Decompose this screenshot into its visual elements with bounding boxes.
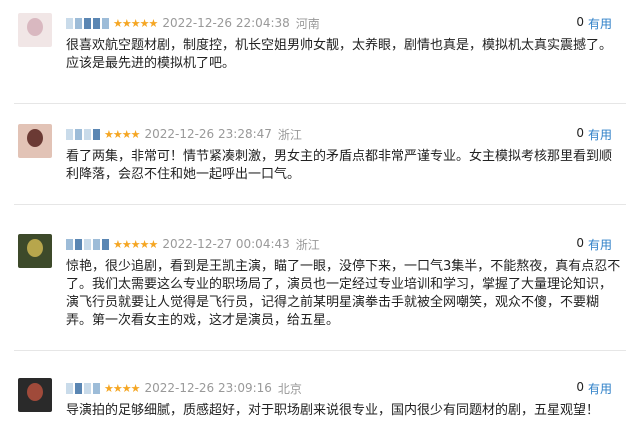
review-location: 北京 [277,381,302,396]
review-content: 很喜欢航空题材剧，制度控，机长空姐男帅女靓，太养眼，剧情也真是，模拟机太真实震撼… [66,38,613,71]
review-time: 2022-12-26 23:28:47 [144,127,272,141]
review-time: 2022-12-27 00:04:43 [162,237,290,251]
review-location: 河南 [295,16,320,31]
useful-count: 0 [576,126,584,140]
review-list: ★★★★★ 2022-12-26 22:04:38 河南 0 有用 很喜欢航空题… [0,0,640,428]
divider [14,103,626,104]
rating-stars: ★★★★★ [113,16,158,30]
review-content: 导演拍的足够细腻，质感超好，对于职场剧来说很专业，国内很少有同题材的剧，五星观望… [66,403,600,418]
divider [14,350,626,351]
rating-stars: ★★★★ [104,127,140,141]
review-meta: ★★★★★ 2022-12-26 22:04:38 河南 [66,15,320,31]
review-content: 惊艳，很少追剧，看到是王凯主演，瞄了一眼，没停下来，一口气3集半，不能熬夜，真有… [66,259,621,328]
avatar[interactable] [18,13,52,47]
useful-count: 0 [576,380,584,394]
useful-label[interactable]: 有用 [588,236,612,253]
username-blurred[interactable] [66,382,100,394]
useful-label[interactable]: 有用 [588,15,612,32]
review-time: 2022-12-26 22:04:38 [162,16,290,30]
review-meta: ★★★★★ 2022-12-27 00:04:43 浙江 [66,236,320,252]
review-meta: ★★★★ 2022-12-26 23:09:16 北京 [66,380,302,396]
useful-button[interactable]: 0 有用 [576,15,612,32]
username-blurred[interactable] [66,17,109,29]
review-meta: ★★★★ 2022-12-26 23:28:47 浙江 [66,126,302,142]
rating-stars: ★★★★★ [113,237,158,251]
username-blurred[interactable] [66,238,109,250]
username-blurred[interactable] [66,128,100,140]
useful-label[interactable]: 有用 [588,380,612,397]
avatar[interactable] [18,234,52,268]
divider [14,204,626,205]
useful-button[interactable]: 0 有用 [576,380,612,397]
review-location: 浙江 [295,237,320,252]
useful-count: 0 [576,236,584,250]
avatar[interactable] [18,124,52,158]
useful-label[interactable]: 有用 [588,126,612,143]
avatar[interactable] [18,378,52,412]
useful-count: 0 [576,15,584,29]
review-content: 看了两集，非常可！情节紧凑刺激，男女主的矛盾点都非常严谨专业。女主模拟考核那里看… [66,149,613,182]
useful-button[interactable]: 0 有用 [576,236,612,253]
review-location: 浙江 [277,127,302,142]
review-time: 2022-12-26 23:09:16 [144,381,272,395]
useful-button[interactable]: 0 有用 [576,126,612,143]
rating-stars: ★★★★ [104,381,140,395]
